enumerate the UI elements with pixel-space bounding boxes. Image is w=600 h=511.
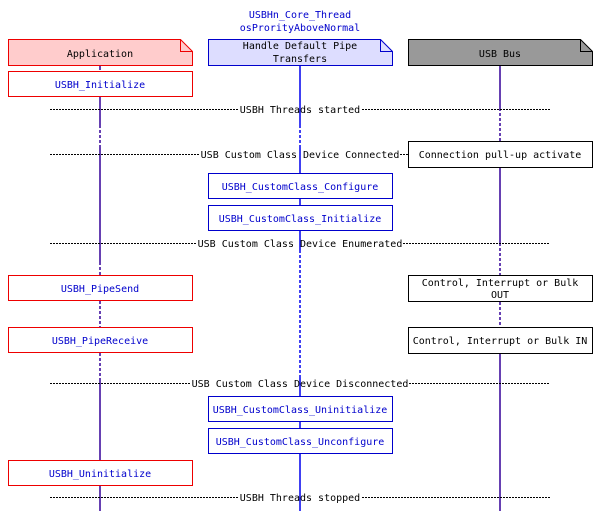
bus-event-label-line2: OUT bbox=[491, 290, 509, 301]
core-call-label: USBH_CustomClass_Initialize bbox=[219, 214, 382, 225]
bus-event-label: Control, Interrupt or Bulk IN bbox=[413, 336, 588, 347]
app-call-initialize: USBH_Initialize bbox=[8, 71, 193, 97]
bus-event-label-line1: Control, Interrupt or Bulk bbox=[422, 278, 579, 289]
separator-device-connected: USB Custom Class Device Connected bbox=[50, 150, 408, 161]
separator-device-enumerated: USB Custom Class Device Enumerated bbox=[50, 239, 550, 250]
app-call-label: USBH_PipeReceive bbox=[52, 336, 148, 347]
core-call-uninitialize: USBH_CustomClass_Uninitialize bbox=[208, 396, 393, 422]
app-call-label: USBH_PipeSend bbox=[61, 284, 139, 295]
separator-label: USB Custom Class Device Enumerated bbox=[198, 239, 403, 250]
thread-title-line1: USBHn_Core_Thread bbox=[249, 10, 351, 21]
app-call-label: USBH_Initialize bbox=[55, 80, 145, 91]
separator-label: USBH Threads started bbox=[240, 105, 360, 116]
lane-label-core-line1: Handle Default Pipe bbox=[243, 41, 357, 52]
separator-threads-started: USBH Threads started bbox=[50, 105, 550, 116]
lane-label-usb-bus: USB Bus bbox=[479, 49, 521, 60]
lane-header-application: Application bbox=[8, 39, 193, 66]
separator-label: USBH Threads stopped bbox=[240, 493, 360, 504]
core-call-label: USBH_CustomClass_Unconfigure bbox=[216, 437, 385, 448]
lane-header-core-thread: Handle Default Pipe Transfers bbox=[208, 39, 393, 66]
app-call-uninitialize: USBH_Uninitialize bbox=[8, 460, 193, 486]
bus-event-in: Control, Interrupt or Bulk IN bbox=[408, 327, 593, 354]
core-call-label: USBH_CustomClass_Configure bbox=[222, 182, 379, 193]
lane-label-core-line2: Transfers bbox=[273, 54, 327, 65]
app-call-pipe-receive: USBH_PipeReceive bbox=[8, 327, 193, 353]
core-call-initialize: USBH_CustomClass_Initialize bbox=[208, 205, 393, 231]
thread-title-line2: osProrityAboveNormal bbox=[240, 23, 360, 34]
separator-label: USB Custom Class Device Disconnected bbox=[192, 379, 409, 390]
sequence-diagram: USBHn_Core_Thread osProrityAboveNormal A… bbox=[8, 10, 593, 511]
core-call-label: USBH_CustomClass_Uninitialize bbox=[213, 405, 388, 416]
bus-event-label: Connection pull-up activate bbox=[419, 150, 582, 161]
separator-threads-stopped: USBH Threads stopped bbox=[50, 493, 550, 504]
bus-event-pullup: Connection pull-up activate bbox=[408, 141, 593, 168]
app-call-pipe-send: USBH_PipeSend bbox=[8, 275, 193, 301]
lane-header-usb-bus: USB Bus bbox=[408, 39, 593, 66]
app-call-label: USBH_Uninitialize bbox=[49, 469, 151, 480]
lane-label-application: Application bbox=[67, 49, 133, 60]
separator-label: USB Custom Class Device Connected bbox=[201, 150, 400, 161]
core-call-unconfigure: USBH_CustomClass_Unconfigure bbox=[208, 428, 393, 454]
bus-event-out: Control, Interrupt or Bulk OUT bbox=[408, 275, 593, 302]
separator-device-disconnected: USB Custom Class Device Disconnected bbox=[50, 379, 550, 390]
core-call-configure: USBH_CustomClass_Configure bbox=[208, 173, 393, 199]
